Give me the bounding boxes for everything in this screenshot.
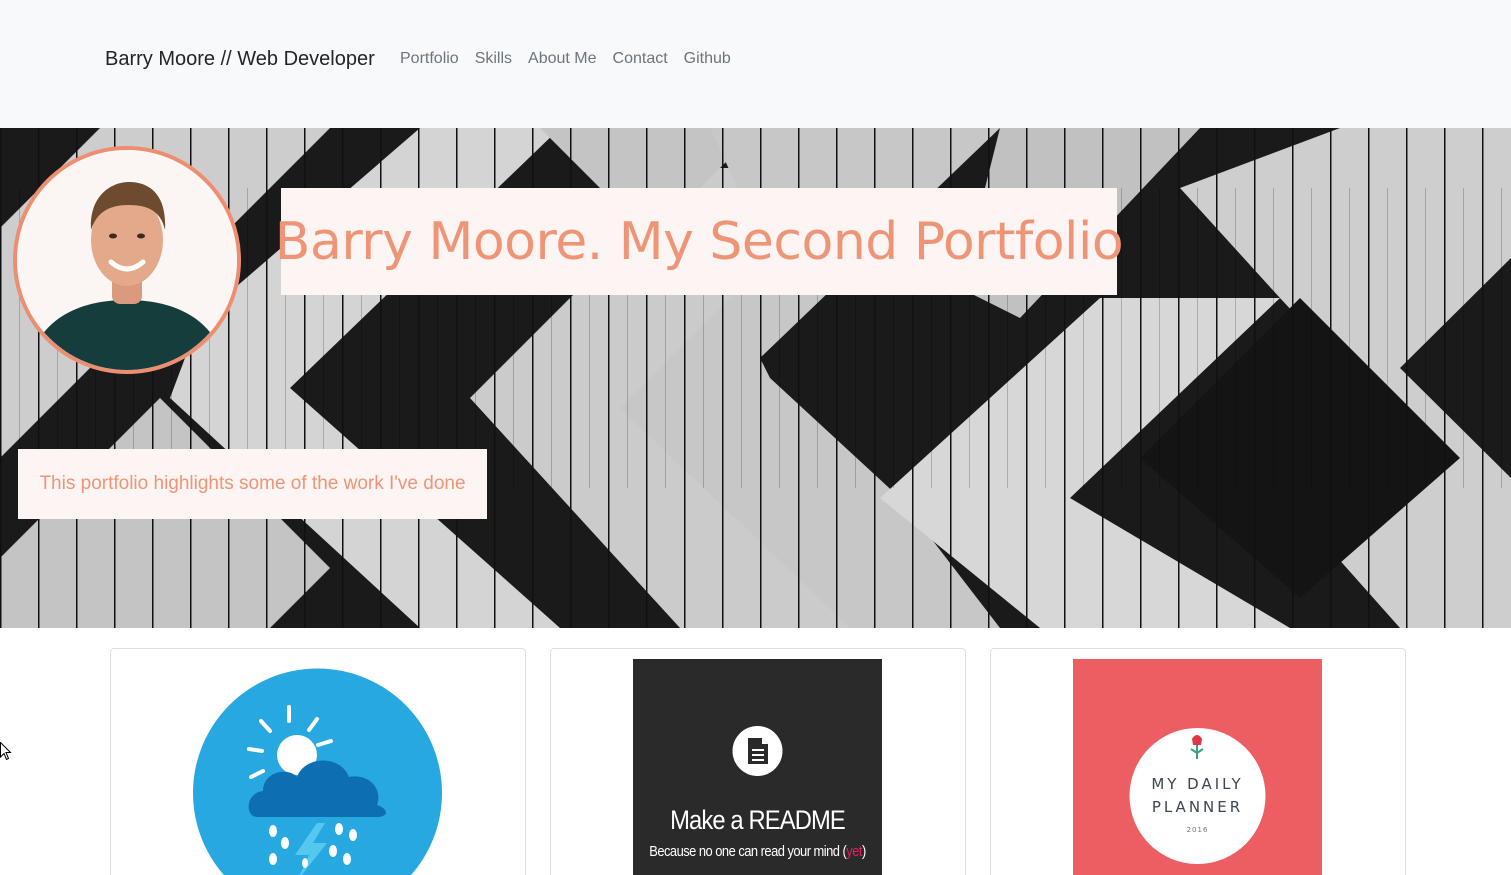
weather-icon[interactable]	[193, 659, 442, 875]
readme-heading: Make a README	[670, 805, 846, 835]
planner-icon[interactable]: MY DAILY PLANNER 2016	[1073, 659, 1322, 875]
planner-title-line1: MY DAILY	[1151, 775, 1244, 793]
profile-photo-image	[17, 150, 237, 370]
planner-title-line2: PLANNER	[1151, 798, 1244, 816]
hero-title-box: Barry Moore. My Second Portfolio	[275, 188, 1124, 295]
readme-tagline: Because no one can read your mind (yet)	[642, 843, 873, 860]
portfolio-card-weather[interactable]	[110, 648, 526, 875]
nav-link-github[interactable]: Github	[684, 50, 731, 68]
hero-subtitle: This portfolio highlights some of the wo…	[39, 473, 466, 494]
planner-year: 2016	[1186, 826, 1209, 834]
nav-link-skills[interactable]: Skills	[475, 50, 512, 68]
nav-link-about-me[interactable]: About Me	[528, 50, 596, 68]
navbar: Barry Moore // Web Developer Portfolio S…	[0, 0, 1511, 128]
hero-banner: Barry Moore. My Second Portfolio This po…	[0, 128, 1511, 628]
navbar-brand[interactable]: Barry Moore // Web Developer	[105, 48, 375, 71]
nav-links: Portfolio Skills About Me Contact Github	[400, 50, 747, 68]
hero-title: Barry Moore. My Second Portfolio	[274, 211, 1124, 272]
readme-tagline-accent: yet	[846, 843, 862, 860]
readme-icon[interactable]: Make a README Because no one can read yo…	[633, 659, 882, 875]
nav-link-contact[interactable]: Contact	[613, 50, 668, 68]
profile-photo	[13, 146, 241, 374]
portfolio-cards: Make a README Because no one can read yo…	[0, 628, 1511, 875]
portfolio-card-planner[interactable]: MY DAILY PLANNER 2016	[990, 648, 1406, 875]
portfolio-card-readme[interactable]: Make a README Because no one can read yo…	[550, 648, 966, 875]
readme-tagline-text: Because no one can read your mind (	[649, 843, 847, 860]
readme-tagline-end: )	[861, 843, 866, 860]
nav-link-portfolio[interactable]: Portfolio	[400, 50, 459, 68]
hero-subtitle-box: This portfolio highlights some of the wo…	[18, 449, 487, 519]
mouse-cursor-icon	[0, 742, 12, 761]
